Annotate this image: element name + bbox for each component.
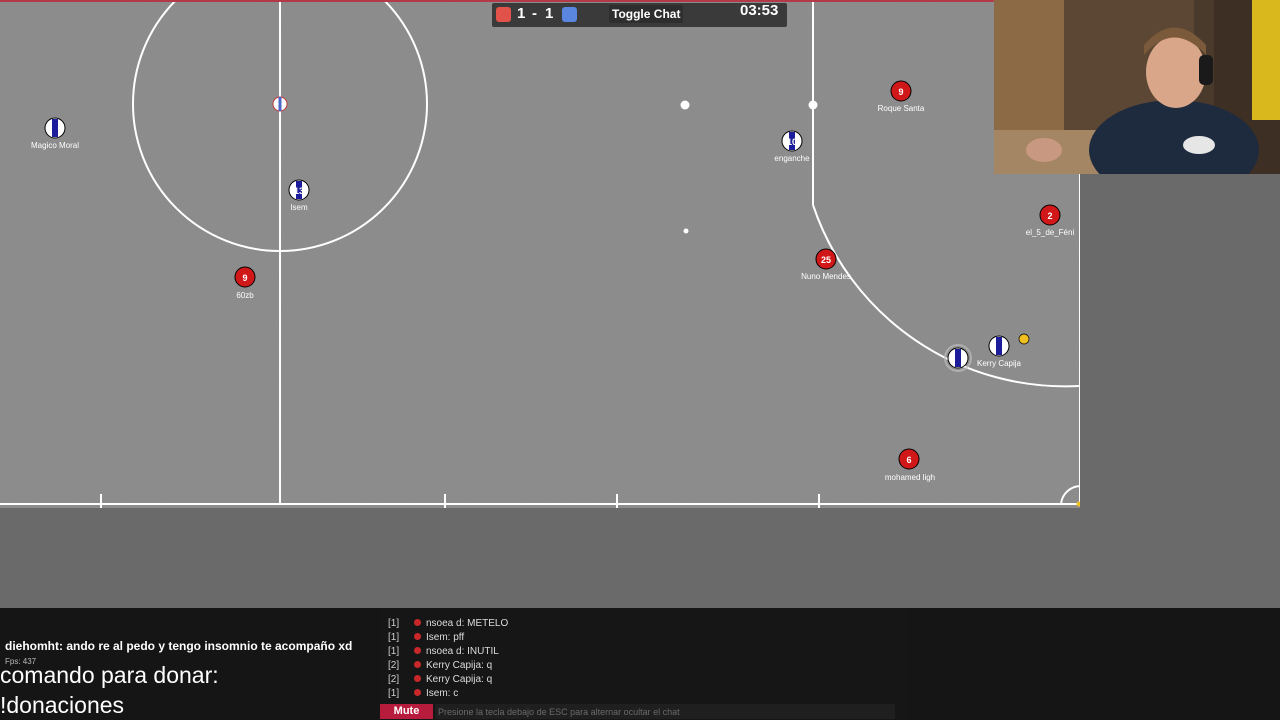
chat-team-tag: [2] [388,660,400,671]
player-name: el_5_de_Féni [1026,228,1075,237]
player-name: Kerry Capija [977,359,1022,368]
player-number: 25 [821,255,831,265]
score-separator: - [532,5,537,22]
chat-message: [1] nsoea d: METELO [388,618,508,629]
player-number: 6 [906,455,911,465]
player-number: 9 [242,273,247,283]
player-name: 60zb [236,291,254,300]
webcam-overlay [994,0,1280,174]
player-number: 2 [1047,211,1052,221]
team-dot-icon [414,675,421,682]
player-kerry-capija [947,347,969,369]
mute-button[interactable]: Mute [380,704,433,719]
chat-text: nsoea d: METELO [426,618,509,629]
team-dot-icon [414,647,421,654]
field-marker [680,100,690,110]
donation-notice: comando para donar: !donaciones [0,660,219,720]
player-number: 10 [787,137,797,147]
chat-text: Isem: pff [426,632,465,643]
chat-team-tag: [1] [388,646,400,657]
player-name: Nuno Mendes [801,272,851,281]
red-team-icon [496,7,511,22]
ball [1018,333,1030,345]
blue-score: 1 [545,5,554,22]
blue-team-icon [562,7,577,22]
stream-chat-message: diehomht: ando re al pedo y tengo insomn… [5,639,353,653]
chat-text: Isem: c [426,688,459,699]
match-timer: 03:53 [740,2,779,19]
chat-text: Kerry Capija: q [426,674,493,685]
toggle-chat-button[interactable]: Toggle Chat [609,5,684,23]
chat-message: [1] nsoea d: INUTIL [388,646,499,657]
player-name: enganche [774,154,810,163]
field-outside-area [0,508,1280,608]
donation-command: !donaciones [0,692,125,718]
streamer-webcam-image [994,0,1280,174]
chat-input[interactable] [435,704,895,719]
player-60zb: 9 60zb [234,266,256,300]
chat-team-tag: [2] [388,674,400,685]
game-chat-panel: [1] nsoea d: METELO [1] Isem: pff [1] nsoea… [380,608,906,720]
team-dot-icon [414,633,421,640]
field-marker [683,228,689,234]
player-name: mohamed ligh [885,473,935,482]
team-dot-icon [414,661,421,668]
player-number: 9 [898,87,903,97]
player-name: Isem [290,203,308,212]
red-score: 1 [517,5,526,22]
chat-team-tag: [1] [388,618,400,629]
team-dot-icon [414,619,421,626]
chat-text: nsoea d: INUTIL [426,646,499,657]
chat-message: [2] Kerry Capija: q [388,674,492,685]
top-accent-line [0,0,994,2]
player-isem: 13 Isem [288,179,310,212]
chat-team-tag: [1] [388,632,400,643]
chat-team-tag: [1] [388,688,400,699]
chat-text: Kerry Capija: q [426,660,493,671]
player-number: 13 [294,186,304,196]
kickoff-marker-stripe [278,97,282,111]
player-name: Roque Santa [878,104,925,113]
chat-message: [1] Isem: c [388,688,458,699]
chat-message: [2] Kerry Capija: q [388,660,492,671]
team-dot-icon [414,689,421,696]
field-marker [808,100,818,110]
donation-line-1: comando para donar: [0,662,219,688]
player-name: Magico Moral [31,141,79,150]
chat-message: [1] Isem: pff [388,632,464,643]
